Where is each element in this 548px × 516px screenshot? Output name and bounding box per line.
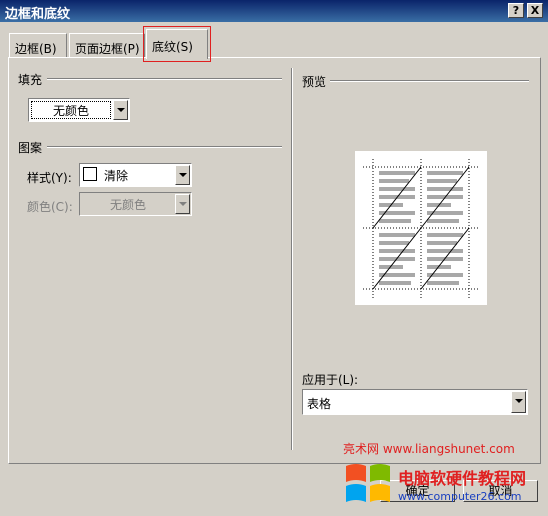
tab-shading[interactable]: 底纹(S): [146, 29, 208, 59]
chevron-down-icon[interactable]: [175, 165, 190, 185]
style-label: 样式(Y):: [27, 171, 72, 185]
preview-table-graphic: [363, 159, 479, 299]
pattern-style-value: 清除: [104, 169, 129, 183]
fill-color-dropdown[interactable]: 无颜色: [28, 98, 130, 122]
group-separator: [291, 68, 293, 450]
chevron-down-icon[interactable]: [113, 100, 128, 120]
pattern-group-label: 图案: [18, 139, 47, 156]
pattern-color-dropdown: 无颜色: [79, 192, 192, 216]
pattern-style-dropdown[interactable]: 清除: [79, 163, 192, 187]
help-button[interactable]: ?: [508, 3, 524, 18]
tab-page-borders[interactable]: 页面边框(P): [69, 33, 145, 57]
title-bar: 边框和底纹 ? X: [0, 0, 548, 22]
close-button[interactable]: X: [527, 3, 543, 18]
fill-group-label: 填充: [18, 71, 47, 88]
pattern-color-value: 无颜色: [110, 198, 147, 212]
chevron-down-icon[interactable]: [511, 391, 526, 413]
apply-to-dropdown[interactable]: 表格: [302, 389, 528, 415]
window-title: 边框和底纹: [5, 7, 71, 22]
watermark-brand: 电脑软硬件教程网: [398, 469, 527, 488]
preview-group-line: [329, 80, 529, 82]
pattern-swatch: [83, 167, 97, 181]
fill-color-value: 无颜色: [53, 104, 90, 118]
fill-group-line: [47, 78, 282, 80]
apply-to-label: 应用于(L):: [302, 373, 359, 387]
watermark-text: 亮术网 www.liangshunet.com: [343, 442, 515, 456]
shading-panel: 填充 无颜色 图案 样式(Y): 清除 颜色(C): 无颜色 预览 应用于(L)…: [8, 57, 541, 464]
apply-to-value: 表格: [307, 397, 332, 411]
pattern-color-label: 颜色(C):: [27, 200, 73, 214]
windows-logo-icon: [346, 464, 390, 502]
watermark-url: www.computer26.com: [398, 490, 522, 503]
preview-group-label: 预览: [302, 73, 331, 90]
chevron-down-icon: [175, 194, 190, 214]
shading-preview: [355, 151, 487, 305]
tab-borders[interactable]: 边框(B): [9, 33, 67, 57]
pattern-group-line: [47, 146, 282, 148]
